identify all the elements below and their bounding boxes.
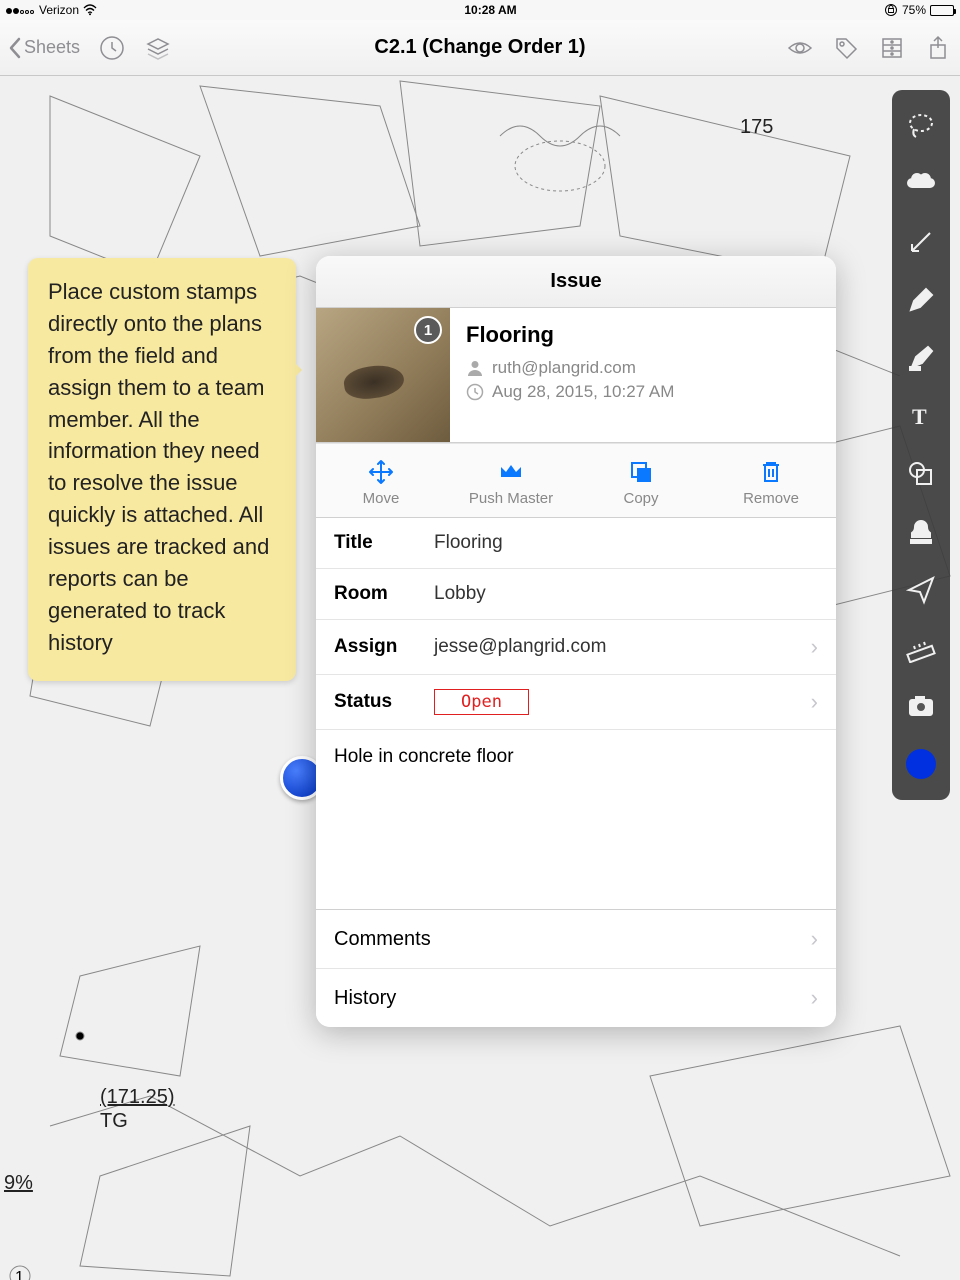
room-row[interactable]: Room Lobby (316, 569, 836, 620)
clock-icon (466, 383, 484, 401)
status-pill: Open (434, 689, 529, 715)
issue-timestamp: Aug 28, 2015, 10:27 AM (492, 382, 674, 402)
visibility-icon[interactable] (786, 34, 814, 62)
copy-label: Copy (576, 490, 706, 507)
chevron-right-icon: › (811, 634, 818, 660)
popover-title: Issue (316, 256, 836, 308)
back-button[interactable]: Sheets (8, 37, 80, 59)
battery-percent: 75% (902, 3, 926, 17)
archive-icon[interactable] (878, 34, 906, 62)
signal-dots-icon (6, 3, 35, 17)
cloud-tool[interactable] (896, 156, 946, 212)
issue-popover: Issue 1 Flooring ruth@plangrid.com Aug 2… (316, 256, 836, 1027)
stamp-tool[interactable] (896, 504, 946, 560)
pencil-tool[interactable] (896, 272, 946, 328)
blueprint-label: (171.25) (100, 1086, 175, 1109)
tooltip-text: Place custom stamps directly onto the pl… (48, 279, 269, 655)
trash-icon (706, 458, 836, 486)
issue-author: ruth@plangrid.com (492, 358, 636, 378)
wifi-icon (83, 4, 97, 16)
status-row[interactable]: Status Open › (316, 675, 836, 730)
assign-row[interactable]: Assign jesse@plangrid.com › (316, 620, 836, 675)
copy-button[interactable]: Copy (576, 444, 706, 517)
crown-icon (446, 458, 576, 486)
help-tooltip: Place custom stamps directly onto the pl… (28, 258, 296, 681)
blueprint-label: 175 (740, 116, 773, 139)
title-row[interactable]: Title Flooring (316, 518, 836, 569)
send-tool[interactable] (896, 562, 946, 618)
issue-description[interactable]: Hole in concrete floor (316, 730, 836, 910)
history-label: History (334, 987, 811, 1010)
orientation-lock-icon (884, 3, 898, 17)
issue-summary: 1 Flooring ruth@plangrid.com Aug 28, 201… (316, 308, 836, 443)
room-value: Lobby (434, 583, 818, 605)
back-label: Sheets (24, 37, 80, 58)
carrier-label: Verizon (39, 3, 79, 17)
blueprint-label: TG (100, 1110, 128, 1133)
chevron-right-icon: › (811, 689, 818, 715)
nav-bar: Sheets C2.1 (Change Order 1) (0, 20, 960, 76)
move-label: Move (316, 490, 446, 507)
comments-label: Comments (334, 928, 811, 951)
assign-label: Assign (334, 636, 434, 658)
person-icon (466, 359, 484, 377)
title-label: Title (334, 532, 434, 554)
history-icon[interactable] (98, 34, 126, 62)
move-icon (316, 458, 446, 486)
ruler-tool[interactable] (896, 620, 946, 676)
status-time: 10:28 AM (464, 3, 516, 17)
comments-row[interactable]: Comments › (316, 910, 836, 969)
svg-text:T: T (912, 404, 927, 429)
push-master-button[interactable]: Push Master (446, 444, 576, 517)
issue-photo-thumbnail[interactable]: 1 (316, 308, 450, 442)
remove-label: Remove (706, 490, 836, 507)
assign-value: jesse@plangrid.com (434, 636, 811, 658)
chevron-right-icon: › (811, 926, 818, 952)
chevron-right-icon: › (811, 985, 818, 1011)
battery-icon (930, 5, 954, 16)
history-row[interactable]: History › (316, 969, 836, 1027)
annotation-toolbar: T (892, 90, 950, 800)
issue-title: Flooring (466, 322, 674, 348)
shape-tool[interactable] (896, 446, 946, 502)
push-master-label: Push Master (446, 490, 576, 507)
color-picker[interactable] (896, 736, 946, 792)
action-row: Move Push Master Copy Remove (316, 443, 836, 518)
remove-button[interactable]: Remove (706, 444, 836, 517)
lasso-tool[interactable] (896, 98, 946, 154)
svg-text:1: 1 (15, 1269, 24, 1280)
tag-icon[interactable] (832, 34, 860, 62)
move-button[interactable]: Move (316, 444, 446, 517)
highlighter-tool[interactable] (896, 330, 946, 386)
status-label: Status (334, 691, 434, 713)
title-value: Flooring (434, 532, 818, 554)
color-dot-icon (906, 749, 936, 779)
status-bar: Verizon 10:28 AM 75% (0, 0, 960, 20)
photo-count-badge: 1 (414, 316, 442, 344)
text-tool[interactable]: T (896, 388, 946, 444)
camera-tool[interactable] (896, 678, 946, 734)
arrow-tool[interactable] (896, 214, 946, 270)
layers-icon[interactable] (144, 34, 172, 62)
copy-icon (576, 458, 706, 486)
blueprint-label: 9% (4, 1172, 33, 1195)
room-label: Room (334, 583, 434, 605)
share-icon[interactable] (924, 34, 952, 62)
